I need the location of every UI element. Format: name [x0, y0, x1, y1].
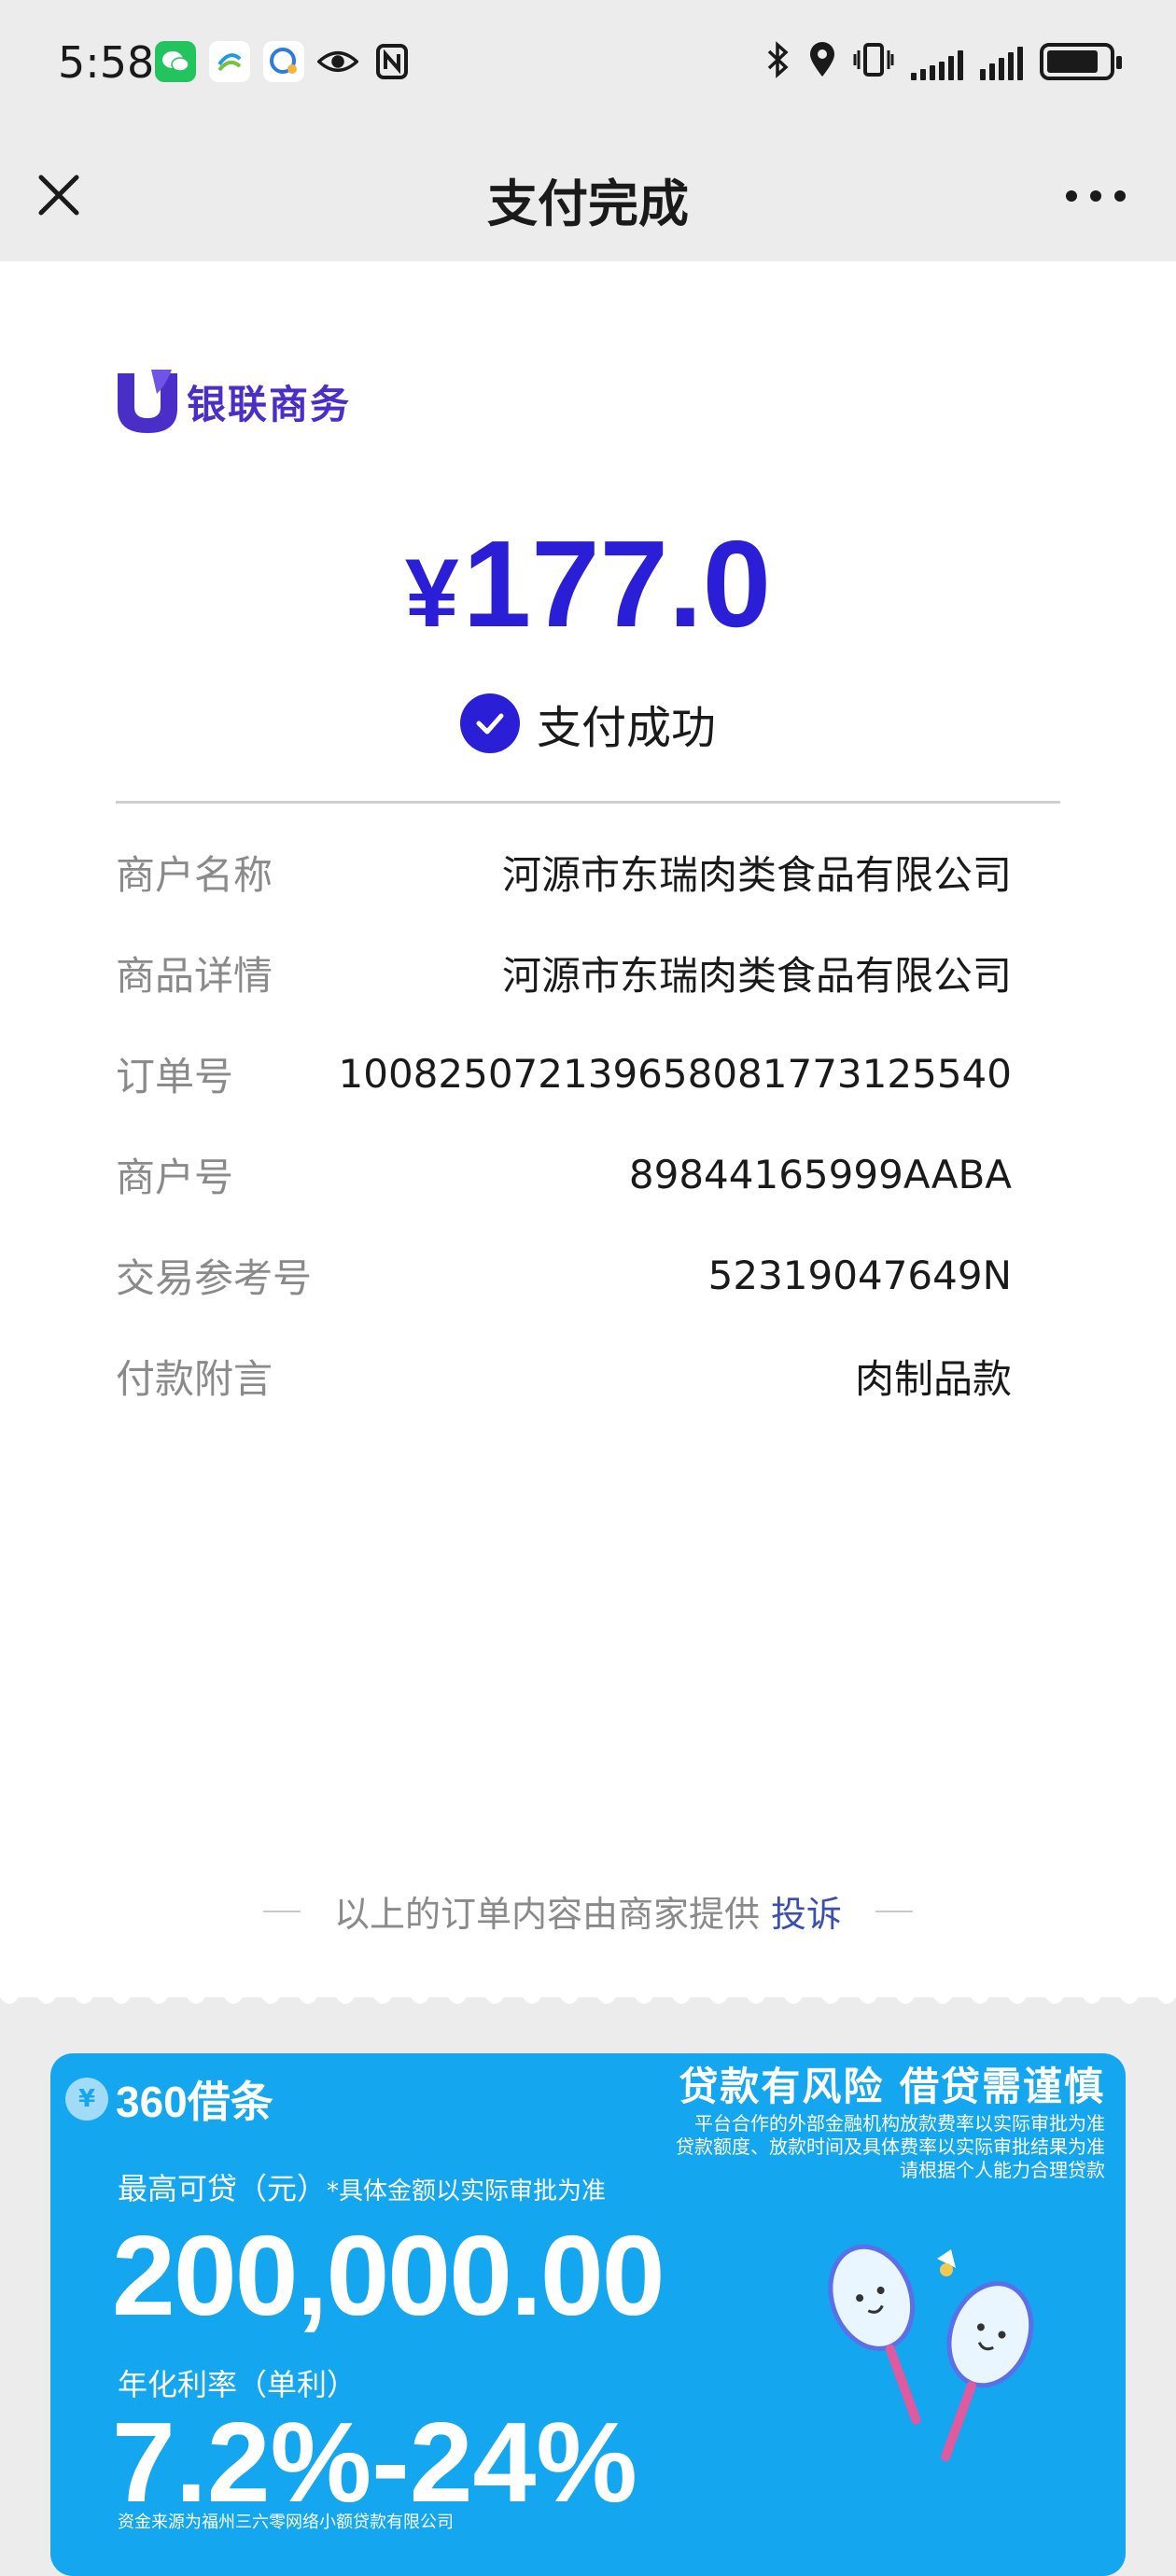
divider [875, 1910, 914, 1912]
detail-value: 89844165999AABA [628, 1151, 1012, 1197]
ad-warning-line: 贷款额度、放款时间及具体费率以实际审批结果为准 [676, 2135, 1105, 2158]
detail-row-order-number: 订单号 100825072139658081773125540 [116, 1023, 1012, 1124]
merchant-service-logo: 银联商务 [114, 366, 351, 437]
detail-value: 河源市东瑞肉类食品有限公司 [501, 851, 1012, 898]
detail-row-merchant-name: 商户名称 河源市东瑞肉类食品有限公司 [116, 821, 1012, 922]
more-icon [1066, 190, 1126, 202]
complain-link[interactable]: 投诉 [771, 1894, 842, 1935]
ad-warning-line: 平台合作的外部金融机构放款费率以实际审批为准 [694, 2112, 1105, 2135]
signal-icon [980, 43, 1023, 80]
page-title: 支付完成 [487, 175, 689, 233]
payment-status: 支付成功 [0, 691, 1176, 756]
ad-logo-icon: ¥ [65, 2078, 108, 2121]
status-text: 支付成功 [536, 702, 716, 754]
ad-rate: 7.2%-24% [112, 2399, 637, 2526]
china-mobile-icon [209, 41, 250, 82]
detail-label: 商品详情 [116, 952, 273, 999]
divider [116, 801, 1060, 804]
detail-label: 订单号 [116, 1053, 234, 1099]
ad-amount-label-text: 最高可贷（元） [118, 2171, 328, 2206]
loan-ad-banner[interactable]: ¥ 360借条 贷款有风险 借贷需谨慎 平台合作的外部金融机构放款费率以实际审批… [50, 2053, 1126, 2576]
detail-value: 100825072139658081773125540 [338, 1050, 1013, 1097]
system-icons [765, 41, 1122, 82]
receipt-edge [0, 1984, 1176, 2004]
badminton-illustration-icon [828, 2244, 1034, 2462]
ad-risk-warning: 贷款有风险 借贷需谨慎 平台合作的外部金融机构放款费率以实际审批为准 贷款额度、… [676, 2055, 1105, 2182]
signal-icon [911, 43, 963, 80]
detail-row-reference-number: 交易参考号 52319047649N [116, 1225, 1012, 1325]
status-time: 5:58 [58, 37, 155, 88]
detail-label: 商户名称 [116, 851, 273, 898]
bluetooth-icon [765, 41, 791, 82]
detail-row-merchant-id: 商户号 89844165999AABA [116, 1124, 1012, 1225]
ad-amount-note: *具体金额以实际审批为准 [327, 2177, 607, 2205]
chat-bubble-icon [263, 41, 304, 82]
ad-logo: ¥ 360借条 [65, 2068, 273, 2130]
currency-symbol: ¥ [404, 539, 459, 648]
amount-value: 177.0 [462, 515, 772, 652]
detail-value: 肉制品款 [854, 1355, 1012, 1402]
detail-row-product: 商品详情 河源市东瑞肉类食品有限公司 [116, 922, 1012, 1023]
wechat-icon [155, 41, 196, 82]
brand-name: 银联商务 [187, 381, 352, 427]
detail-label: 交易参考号 [116, 1254, 313, 1301]
nav-bar: 支付完成 [0, 131, 1176, 261]
detail-row-payment-note: 付款附言 肉制品款 [116, 1325, 1012, 1426]
detail-value: 河源市东瑞肉类食品有限公司 [501, 952, 1012, 999]
status-bar: 5:58 [0, 0, 1176, 131]
battery-icon [1040, 43, 1122, 80]
eye-icon [317, 41, 358, 82]
more-button[interactable] [1055, 177, 1137, 215]
payment-amount: ¥177.0 [0, 513, 1176, 654]
detail-label: 付款附言 [116, 1355, 273, 1402]
check-circle-icon [459, 693, 520, 753]
ad-amount: 200,000.00 [112, 2212, 665, 2339]
ad-fund-source: 资金来源为福州三六零网络小额贷款有限公司 [118, 2513, 454, 2532]
divider [262, 1910, 301, 1912]
vibrate-icon [853, 41, 894, 82]
location-icon [808, 41, 836, 82]
merchant-disclaimer: 以上的订单内容由商家提供 投诉 [0, 1885, 1176, 1937]
nfc-icon [371, 41, 413, 82]
ad-warning-line: 请根据个人能力合理贷款 [900, 2159, 1105, 2181]
payment-receipt: 银联商务 ¥177.0 支付成功 商户名称 河源市东瑞肉类食品有限公司 商品详情… [0, 261, 1176, 1997]
order-details: 商户名称 河源市东瑞肉类食品有限公司 商品详情 河源市东瑞肉类食品有限公司 订单… [116, 821, 1012, 1426]
notification-icons [155, 41, 413, 82]
ad-brand: 360借条 [116, 2078, 273, 2126]
ums-logo-icon [118, 370, 177, 433]
ad-amount-label: 最高可贷（元）*具体金额以实际审批为准 [118, 2165, 606, 2208]
ad-warning-title: 贷款有风险 借贷需谨慎 [679, 2064, 1105, 2109]
detail-value: 52319047649N [707, 1252, 1012, 1298]
detail-label: 商户号 [116, 1154, 234, 1200]
disclaimer-text: 以上的订单内容由商家提供 [333, 1894, 760, 1935]
